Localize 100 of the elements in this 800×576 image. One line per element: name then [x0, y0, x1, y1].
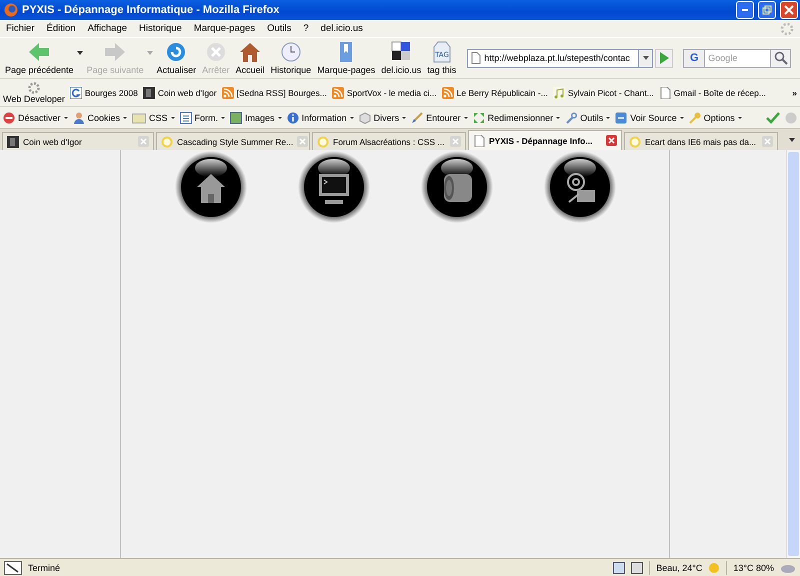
caret-icon [76, 50, 83, 54]
resize-arrows-icon [472, 112, 485, 124]
menu-item[interactable]: ? [303, 23, 309, 34]
forecast-text: 13°C 80% [733, 562, 774, 572]
sun-icon [708, 562, 720, 574]
menu-item[interactable]: del.icio.us [320, 23, 363, 34]
monitor-icon[interactable] [296, 150, 370, 224]
card-icon [132, 112, 146, 124]
toolbar-menu[interactable]: Form. [180, 112, 226, 124]
toolbar-button[interactable]: Actualiser [154, 40, 200, 76]
status-text: Terminé [28, 562, 62, 572]
dropdown-button[interactable] [639, 48, 654, 68]
close-icon [606, 135, 617, 146]
bookmark-item[interactable]: Coin web d'Igor [142, 86, 217, 98]
page-icon [473, 134, 485, 146]
toolbar-menu[interactable]: CSS [132, 112, 175, 124]
close-button[interactable] [780, 1, 798, 19]
close-icon [138, 136, 149, 147]
toolbar-button[interactable]: Web Developer [3, 82, 65, 104]
close-icon [784, 5, 794, 15]
toolbar-menu[interactable]: Entourer [411, 112, 468, 124]
address-field[interactable]: http://webplaza.pt.lu/stepesth/contac [467, 48, 640, 68]
window-title: PYXIS - Dépannage Informatique - Mozilla Firefox [22, 4, 280, 16]
weather-text: Beau, 24°C [656, 562, 702, 572]
caret-icon [642, 56, 649, 60]
toolbar-button[interactable]: Accueil [232, 40, 268, 76]
gear-icon [28, 82, 40, 94]
browser-tab[interactable]: Forum Alsacréations : CSS ... [312, 132, 466, 150]
image-icon [230, 112, 242, 124]
info-icon [286, 112, 299, 124]
form-icon [180, 112, 192, 124]
menu-item[interactable]: Affichage [88, 23, 128, 34]
rss-icon [442, 86, 454, 98]
toolbar-menu[interactable]: Outils [565, 112, 610, 124]
right-arrow-icon [103, 40, 128, 62]
home-icon[interactable] [174, 150, 248, 224]
menu-item[interactable]: Édition [46, 23, 76, 34]
key-icon [688, 112, 701, 124]
window-icon [631, 562, 644, 574]
bookmark-item[interactable]: [Sedna RSS] Bourges... [222, 86, 327, 98]
no-entry-icon [3, 112, 15, 124]
person-icon [72, 112, 85, 124]
browser-tab[interactable]: Ecart dans IE6 mais pas da... [624, 132, 778, 150]
restore-icon [762, 5, 772, 15]
restore-button[interactable] [758, 1, 776, 19]
overflow-button[interactable]: » [792, 88, 797, 98]
menu-item[interactable]: Marque-pages [194, 23, 256, 34]
toolbar-menu[interactable]: Divers [358, 112, 406, 124]
scrollbar[interactable] [786, 150, 800, 558]
bookmark-item[interactable]: Sylvain Picot - Chant... [552, 86, 654, 98]
close-icon [762, 136, 773, 147]
bookmark-item[interactable]: SportVox - le media ci... [332, 86, 437, 98]
page-icon [471, 52, 482, 64]
page-icon [658, 86, 671, 98]
minimize-button[interactable] [736, 1, 754, 19]
circle-icon [785, 112, 797, 124]
search-field[interactable]: Google [705, 48, 772, 68]
checkmark-icon [766, 112, 780, 124]
pen-icon [4, 560, 22, 574]
menu-item[interactable]: Fichier [6, 23, 35, 34]
go-button[interactable] [655, 48, 674, 68]
cylinder-icon[interactable] [420, 150, 494, 224]
left-arrow-icon [27, 40, 52, 62]
search-icon [772, 50, 789, 66]
toolbar-menu[interactable]: Information [286, 112, 354, 124]
cube-icon [358, 112, 371, 124]
caret-icon [146, 50, 153, 54]
clock-icon [278, 40, 303, 62]
toolbar-button[interactable]: del.icio.us [378, 40, 424, 76]
window-icon [613, 562, 626, 574]
sun-icon [161, 136, 173, 148]
toolbar-menu[interactable]: Redimensionner [472, 112, 560, 124]
rss-icon [222, 86, 234, 98]
toolbar-menu[interactable]: Cookies [72, 112, 128, 124]
browser-tab[interactable]: PYXIS - Dépannage Info... [468, 130, 622, 150]
toolbar-button[interactable]: Page précédente [2, 40, 84, 76]
email-icon[interactable] [542, 150, 616, 224]
browser-tab[interactable]: Coin web d'Igor [2, 132, 154, 150]
sun-icon [629, 136, 641, 148]
bookmark-item[interactable]: Bourges 2008 [70, 86, 138, 98]
toolbar-menu[interactable]: Voir Source [615, 112, 684, 124]
browser-tab[interactable]: Cascading Style Summer Re... [156, 132, 310, 150]
menu-item[interactable]: Historique [139, 23, 182, 34]
bookmark-item[interactable]: Le Berry Républicain -... [442, 86, 548, 98]
toolbar-button[interactable]: Marque-pages [314, 40, 378, 76]
toolbar-menu[interactable]: Options [688, 112, 742, 124]
firefox-logo-icon [4, 3, 18, 17]
search-engine-button[interactable]: G [683, 48, 706, 68]
toolbar-menu[interactable]: Images [230, 112, 282, 124]
wrench-icon [565, 112, 578, 124]
throbber-icon [780, 22, 794, 36]
menu-item[interactable]: Outils [267, 23, 292, 34]
g-logo-icon [70, 86, 82, 98]
music-note-icon [552, 86, 565, 98]
bookmark-item[interactable]: Gmail - Boîte de récep... [658, 86, 766, 98]
sun-icon [317, 136, 329, 148]
brush-icon [411, 112, 424, 124]
toolbar-menu[interactable]: Désactiver [3, 112, 68, 124]
toolbar-button[interactable]: Historique [268, 40, 314, 76]
search-button[interactable] [771, 48, 792, 68]
